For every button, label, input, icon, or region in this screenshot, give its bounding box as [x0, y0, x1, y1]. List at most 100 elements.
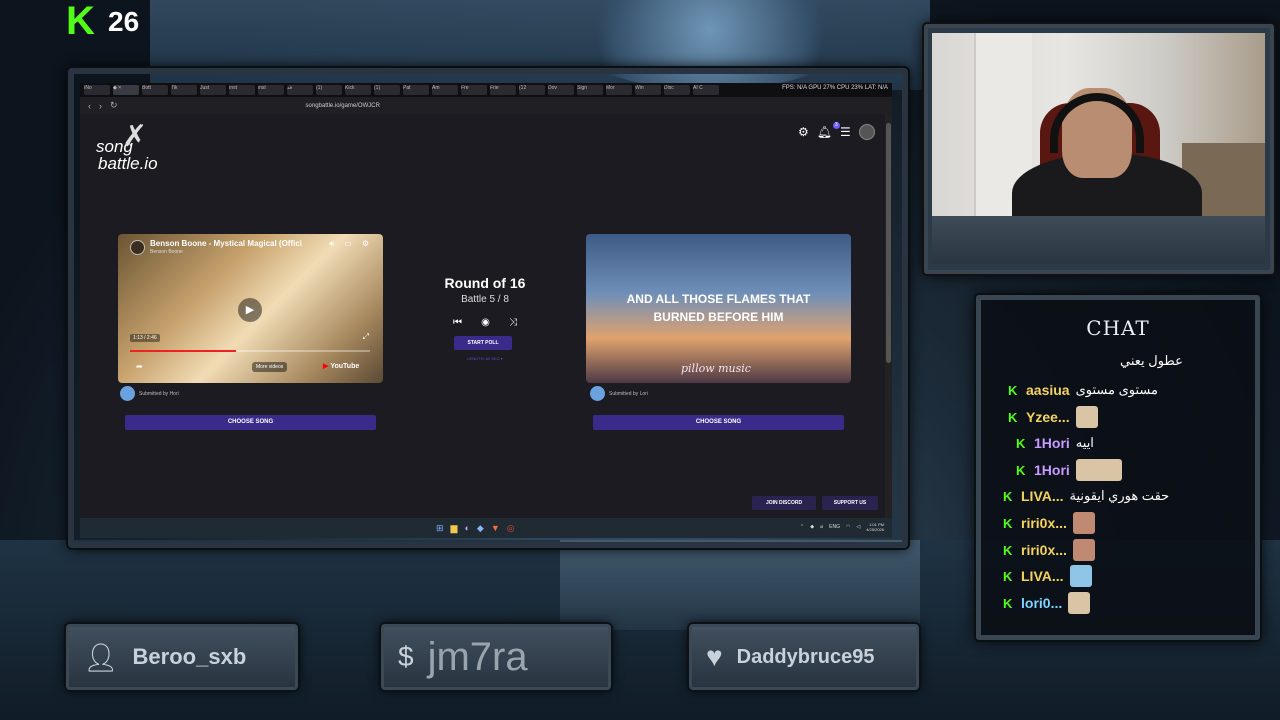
eye-icon[interactable]: ◉	[481, 317, 490, 328]
latest-follower: Beroo_sxb	[132, 644, 247, 669]
tray-mic-icon[interactable]: ⌀	[820, 524, 823, 530]
browser-tab[interactable]: Kick	[345, 85, 371, 95]
browser-tab[interactable]: Win	[635, 85, 661, 95]
wifi-icon[interactable]: ◠	[846, 524, 850, 530]
reload-icon[interactable]: ↻	[110, 100, 118, 111]
browser-tab[interactable]: Bott	[142, 85, 168, 95]
video-progress[interactable]	[130, 350, 370, 352]
heart-icon: ♥	[706, 641, 723, 672]
submitter-label: Submitted by Lori	[609, 390, 648, 397]
browser-tab[interactable]: (12	[519, 85, 545, 95]
scrollbar-thumb[interactable]	[886, 123, 891, 363]
latest-donation: jm7ra	[427, 634, 528, 679]
file-explorer-icon[interactable]: ▆	[451, 523, 458, 534]
brave-icon[interactable]: ▼	[491, 523, 500, 534]
browser-tab[interactable]: قد	[287, 85, 313, 95]
forward-icon[interactable]: ›	[99, 101, 102, 111]
emote-icon	[1072, 539, 1095, 561]
browser-tab[interactable]: (1)	[316, 85, 342, 95]
menu-icon[interactable]: ☰	[840, 125, 851, 139]
avatar[interactable]	[858, 124, 875, 140]
windows-start-icon[interactable]: ⊞	[436, 523, 444, 534]
battle-count: Battle 5 / 8	[461, 294, 509, 305]
user-icon: 👤︎	[83, 641, 119, 673]
chat-title: CHAT	[1086, 316, 1150, 340]
support-us-button[interactable]: SUPPORT US	[822, 496, 878, 510]
emote-icon	[1072, 512, 1095, 534]
volume-icon[interactable]: 🔊︎	[329, 239, 334, 249]
youtube-player[interactable]: Benson Boone - Mystical Magical (Offici …	[118, 234, 383, 383]
chat-username[interactable]: 1Hori	[1034, 435, 1070, 451]
previous-icon[interactable]: ⏮	[453, 317, 462, 328]
chat-message: K LIVA... حقت هوري ايقونية	[1003, 483, 1169, 509]
browser-tab[interactable]: Disc	[664, 85, 690, 95]
dollar-icon: $	[398, 641, 414, 672]
chat-username[interactable]: 1Hori	[1034, 462, 1070, 478]
left-submitter: Submitted by Hori	[120, 386, 179, 401]
browser-tab[interactable]: Dov	[548, 85, 574, 95]
settings-gear-icon[interactable]: ⚙	[362, 239, 369, 249]
site-logo[interactable]: ✗ song battle.io	[96, 122, 158, 173]
chat-username[interactable]: Yzee...	[1026, 409, 1070, 425]
youtube-logo[interactable]: ▶ YouTube	[323, 362, 359, 370]
url-input[interactable]: songbattle.io/game/OWJCR	[298, 100, 698, 112]
steam-icon[interactable]: ◆	[477, 523, 484, 534]
fullscreen-icon[interactable]: ⤢	[363, 332, 369, 342]
submitter-avatar	[120, 386, 135, 401]
browser-tab[interactable]: (1)	[374, 85, 400, 95]
chat-username[interactable]: LIVA...	[1021, 488, 1064, 504]
chat-username[interactable]: riri0x...	[1021, 515, 1067, 531]
length-select[interactable]: LENGTH: 60 SEC ▾	[440, 356, 530, 361]
video-progress-fill	[130, 350, 236, 352]
browser-tab[interactable]: Inst	[229, 85, 255, 95]
chat-message: Kriri0x...	[1003, 537, 1095, 563]
tray-clock[interactable]: 1:01 PM 4/25/2026	[866, 522, 884, 532]
browser-tab[interactable]: Pat	[403, 85, 429, 95]
chat-message: Kriri0x...	[1003, 510, 1095, 536]
chat-username[interactable]: aasiua	[1026, 382, 1070, 398]
language-indicator[interactable]: ENG	[829, 524, 840, 530]
clock-date: 4/25/2026	[866, 527, 884, 532]
chat-message: K Yzee...	[1008, 404, 1098, 430]
browser-tab[interactable]: AI C	[693, 85, 719, 95]
obs-icon[interactable]: ◐	[464, 523, 469, 534]
more-videos-button[interactable]: More videos	[252, 362, 288, 372]
webcam-feed	[932, 33, 1265, 216]
browser-tab[interactable]: ◆ ×	[113, 85, 139, 95]
browser-tab[interactable]: INo	[84, 85, 110, 95]
shuffle-icon[interactable]: ⤨	[509, 317, 517, 328]
settings-icon[interactable]: ⚙	[798, 125, 809, 139]
address-bar: ‹ › ↻ songbattle.io/game/OWJCR	[80, 97, 892, 114]
browser-tab[interactable]: Tik	[171, 85, 197, 95]
browser-tab[interactable]: inst	[258, 85, 284, 95]
chat-message: K LIVA...	[1003, 563, 1092, 589]
share-icon[interactable]: ➦	[136, 362, 143, 371]
back-icon[interactable]: ‹	[88, 101, 91, 111]
video-title[interactable]: Benson Boone - Mystical Magical (Offici	[150, 239, 302, 248]
chat-username[interactable]: lori0...	[1021, 595, 1062, 611]
captions-icon[interactable]: ▭	[344, 239, 352, 249]
lyric-video[interactable]: AND ALL THOSE FLAMES THAT BURNED BEFORE …	[586, 234, 851, 383]
browser-tab[interactable]: Sign	[577, 85, 603, 95]
chat-username[interactable]: riri0x...	[1021, 542, 1067, 558]
join-discord-button[interactable]: JOIN DISCORD	[752, 496, 816, 510]
browser-tab[interactable]: Mor	[606, 85, 632, 95]
tray-app-icon[interactable]: ◆	[810, 524, 814, 530]
browser-tab[interactable]: Fre	[461, 85, 487, 95]
choose-right-song-button[interactable]: CHOOSE SONG	[593, 415, 844, 430]
emote-icon	[1069, 565, 1092, 587]
tray-chevron-icon[interactable]: ⌃	[800, 524, 804, 530]
choose-left-song-button[interactable]: CHOOSE SONG	[125, 415, 376, 430]
browser-tab[interactable]: Just	[200, 85, 226, 95]
emote-icon	[1075, 459, 1122, 481]
lyric-text: AND ALL THOSE FLAMES THAT BURNED BEFORE …	[586, 290, 851, 326]
chrome-icon[interactable]: ◎	[507, 523, 515, 534]
video-time: 1:13 / 2:46	[130, 334, 160, 342]
chat-username[interactable]: LIVA...	[1021, 568, 1064, 584]
start-poll-button[interactable]: START POLL	[454, 336, 512, 350]
bell-icon[interactable]: 🔔︎ 3	[817, 122, 840, 139]
play-icon[interactable]: ▶	[238, 298, 262, 322]
browser-tab[interactable]: Am	[432, 85, 458, 95]
speaker-icon[interactable]: ◁	[856, 524, 860, 530]
browser-tab[interactable]: Frie	[490, 85, 516, 95]
